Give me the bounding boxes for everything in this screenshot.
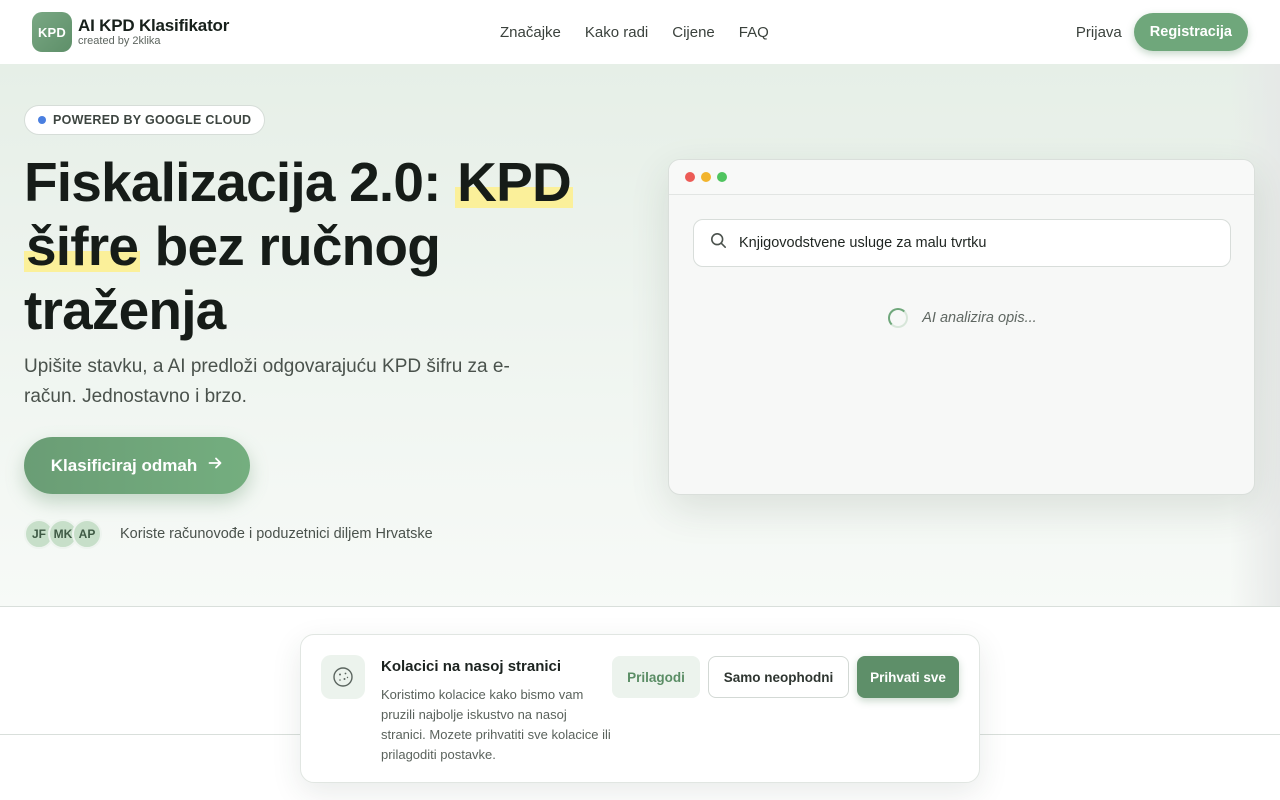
window-minimize-dot — [701, 172, 711, 182]
demo-window: Knjigovodstvene usluge za malu tvrtku AI… — [668, 159, 1255, 495]
hero-section: POWERED BY GOOGLE CLOUD Fiskalizacija 2.… — [0, 64, 1280, 606]
cookie-icon — [321, 655, 365, 699]
logo[interactable]: KPD — [32, 12, 72, 52]
demo-window-titlebar — [669, 160, 1254, 195]
demo-search-value: Knjigovodstvene usluge za malu tvrtku — [739, 235, 987, 251]
demo-status: AI analizira opis... — [669, 308, 1254, 328]
hero-headline: Fiskalizacija 2.0: KPD šifre bez ručnog tr… — [24, 150, 624, 342]
brand[interactable]: KPD AI KPD Klasifikator created by 2klik… — [32, 12, 229, 52]
brand-subtitle: created by 2klika — [78, 35, 161, 47]
window-maximize-dot — [717, 172, 727, 182]
section-divider — [0, 606, 1280, 607]
cookie-actions: Prilagodi Samo neophodni Prihvati sve — [612, 656, 959, 698]
window-close-dot — [685, 172, 695, 182]
cookie-title: Kolacici na nasoj stranici — [381, 658, 562, 675]
spinner-icon — [888, 308, 909, 328]
headline-part-2: bez ručnog — [140, 215, 441, 277]
search-icon — [710, 232, 727, 254]
cookie-necessary-button[interactable]: Samo neophodni — [708, 656, 849, 698]
demo-search-field[interactable]: Knjigovodstvene usluge za malu tvrtku — [693, 219, 1231, 267]
nav-item-faq[interactable]: FAQ — [739, 24, 769, 41]
cookie-accept-all-button[interactable]: Prihvati sve — [857, 656, 959, 698]
headline-part-3: traženja — [24, 279, 226, 341]
social-proof-text: Koriste računovođe i poduzetnici diljem … — [120, 526, 433, 542]
badge-text: POWERED BY GOOGLE CLOUD — [53, 113, 252, 127]
cookie-banner: Kolacici na nasoj stranici Koristimo kol… — [300, 634, 980, 783]
cta-label: Klasificiraj odmah — [50, 455, 198, 475]
hero-subtitle: Upišite stavku, a AI predloži odgovaraju… — [24, 356, 510, 407]
login-link[interactable]: Prijava — [1076, 24, 1122, 41]
brand-text: AI KPD Klasifikator created by 2klika — [78, 17, 229, 47]
badge-dot — [38, 116, 46, 124]
nav-item-how-it-works[interactable]: Kako radi — [585, 24, 648, 41]
avatar: AP — [72, 519, 102, 549]
demo-status-text: AI analizira opis... — [922, 310, 1037, 326]
social-proof: JF MK AP Koriste računovođe i poduzetnic… — [24, 519, 433, 549]
site-header: KPD AI KPD Klasifikator created by 2klik… — [0, 0, 1280, 64]
header-actions: Prijava Registracija — [1076, 0, 1248, 64]
nav-item-features[interactable]: Značajke — [500, 24, 561, 41]
cookie-customize-button[interactable]: Prilagodi — [612, 656, 700, 698]
classify-now-button[interactable]: Klasificiraj odmah — [24, 437, 250, 494]
cookie-text: Koristimo kolacice kako bismo vam pruzil… — [381, 687, 611, 762]
nav-item-pricing[interactable]: Cijene — [672, 24, 715, 41]
avatar-group: JF MK AP — [24, 519, 102, 549]
register-button[interactable]: Registracija — [1133, 13, 1248, 51]
arrow-right-icon — [207, 455, 223, 476]
main-nav: Značajke Kako radi Cijene FAQ — [500, 0, 769, 64]
headline-highlight-sifre: šifre — [24, 215, 141, 277]
powered-by-badge: POWERED BY GOOGLE CLOUD — [24, 105, 266, 135]
brand-name: AI KPD Klasifikator — [78, 16, 230, 35]
headline-highlight-kpd: KPD — [455, 151, 573, 213]
headline-part-1: Fiskalizacija 2.0: — [24, 151, 456, 213]
